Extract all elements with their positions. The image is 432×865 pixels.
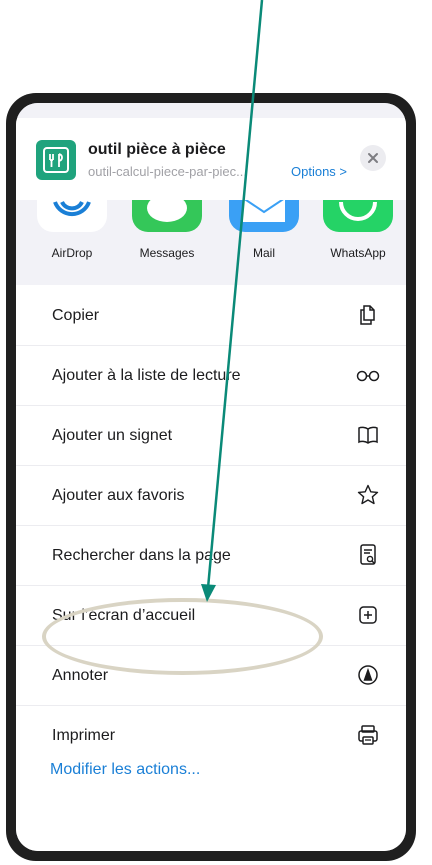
mail-icon <box>229 197 299 232</box>
share-sheet: outil pièce à pièce outil-calcul-piece-p… <box>16 103 406 851</box>
markup-icon <box>358 665 378 685</box>
page-url: outil-calcul-piece-par-piec... <box>88 164 247 179</box>
modify-actions-link[interactable]: Modifier les actions... <box>50 761 200 779</box>
app-label: Mail <box>252 246 275 260</box>
apps-row: AirDrop Messages Mail WhatsApp <box>16 194 406 273</box>
action-label: Ajouter à la liste de lecture <box>52 367 241 384</box>
action-label: Copier <box>52 307 100 324</box>
star-icon <box>357 484 379 505</box>
action-bookmark[interactable]: Ajouter un signet <box>16 405 406 466</box>
action-copy[interactable]: Copier <box>16 285 406 346</box>
app-label: WhatsApp <box>330 246 386 260</box>
copy-icon <box>360 305 375 325</box>
glasses-icon <box>356 370 380 382</box>
action-print[interactable]: Imprimer <box>16 705 406 765</box>
sheet-top-strip <box>16 103 406 118</box>
print-icon <box>358 725 378 745</box>
action-add-to-home[interactable]: Sur l’écran d’accueil <box>16 585 406 646</box>
app-whatsapp[interactable]: WhatsApp <box>318 200 398 260</box>
phone-frame: outil pièce à pièce outil-calcul-piece-p… <box>6 93 416 861</box>
page-title: outil pièce à pièce <box>88 141 226 158</box>
options-link[interactable]: Options > <box>291 164 347 179</box>
action-label: Annoter <box>52 667 109 684</box>
app-messages[interactable]: Messages <box>127 194 207 260</box>
action-label: Sur l’écran d’accueil <box>52 607 196 624</box>
action-label: Imprimer <box>52 727 116 744</box>
app-mail[interactable]: Mail <box>224 197 304 260</box>
action-label: Rechercher dans la page <box>52 547 231 564</box>
messages-icon <box>132 194 202 232</box>
app-label: AirDrop <box>51 246 93 260</box>
action-favorites[interactable]: Ajouter aux favoris <box>16 465 406 526</box>
search-page-icon <box>360 544 376 565</box>
action-label: Ajouter aux favoris <box>52 487 185 504</box>
action-find-in-page[interactable]: Rechercher dans la page <box>16 525 406 586</box>
close-button[interactable] <box>360 145 386 171</box>
action-reading-list[interactable]: Ajouter à la liste de lecture <box>16 345 406 406</box>
whatsapp-icon <box>323 200 393 232</box>
app-label: Messages <box>139 246 195 260</box>
book-icon <box>358 426 378 444</box>
site-logo-icon <box>36 140 76 180</box>
action-markup[interactable]: Annoter <box>16 645 406 706</box>
airdrop-icon <box>37 200 107 232</box>
add-square-icon <box>359 606 377 624</box>
app-airdrop[interactable]: AirDrop <box>32 200 112 260</box>
action-label: Ajouter un signet <box>52 427 173 444</box>
close-icon <box>368 153 378 163</box>
